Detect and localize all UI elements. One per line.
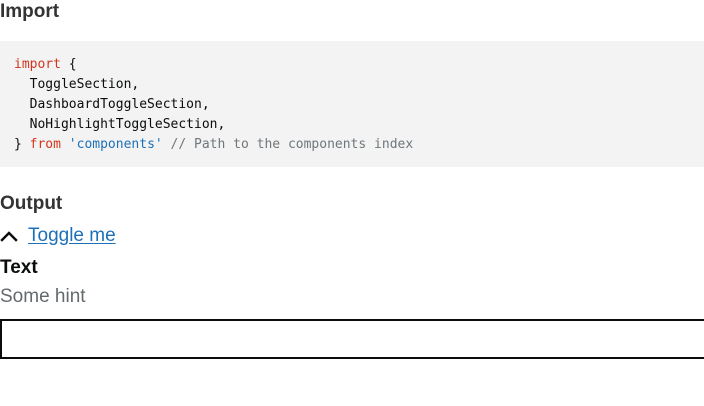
code-line-1: import { bbox=[14, 55, 690, 75]
import-heading: Import bbox=[0, 1, 60, 22]
code-keyword-from: from bbox=[29, 137, 61, 152]
field-hint: Some hint bbox=[0, 286, 86, 307]
chevron-up-icon[interactable] bbox=[0, 224, 20, 248]
code-text: { bbox=[60, 57, 77, 72]
output-heading: Output bbox=[0, 193, 63, 214]
code-line-4: NoHighlightToggleSection, bbox=[14, 117, 226, 132]
field-label: Text bbox=[0, 257, 38, 278]
code-line-5: } from 'components' // Path to the compo… bbox=[14, 135, 690, 155]
code-line-2: ToggleSection, bbox=[14, 77, 140, 92]
text-input[interactable] bbox=[0, 319, 704, 359]
toggle-link[interactable]: Toggle me bbox=[28, 224, 116, 248]
code-keyword-import: import bbox=[14, 57, 61, 72]
code-comment: // Path to the components index bbox=[162, 137, 414, 152]
code-line-3: DashboardToggleSection, bbox=[14, 97, 210, 112]
code-string: 'components' bbox=[68, 137, 163, 152]
toggle-section: Toggle me bbox=[0, 224, 116, 248]
code-text: } bbox=[14, 137, 30, 152]
code-block: import { ToggleSection, DashboardToggleS… bbox=[0, 41, 704, 167]
